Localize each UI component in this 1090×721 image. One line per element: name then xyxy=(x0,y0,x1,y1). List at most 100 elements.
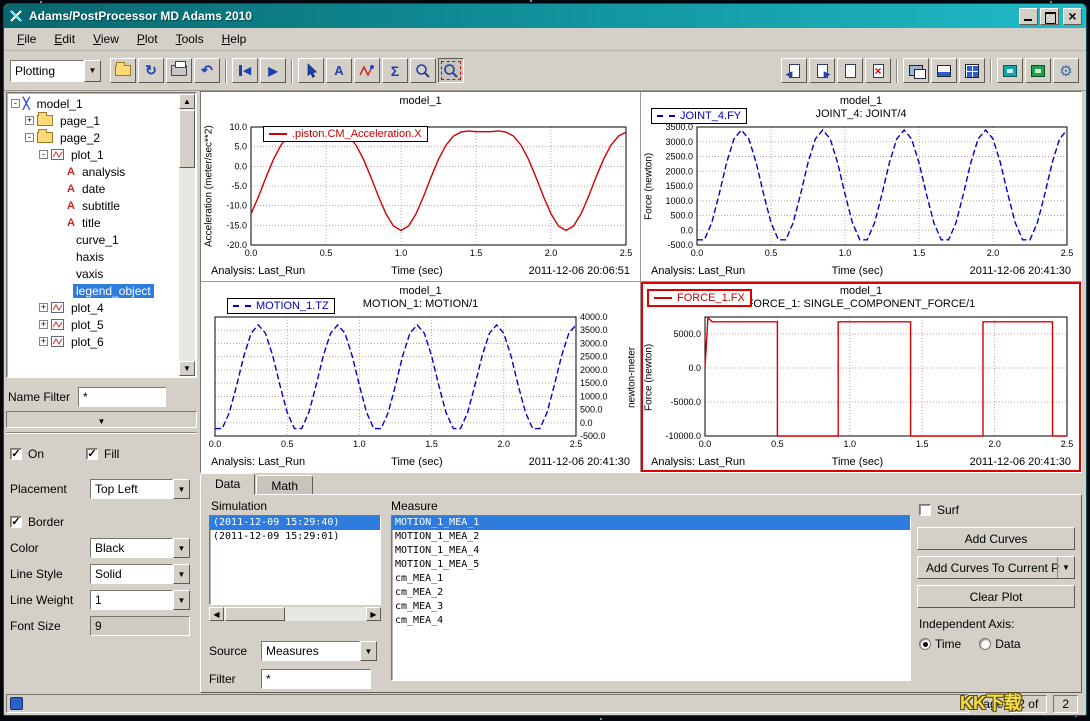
view-cascade-button[interactable] xyxy=(903,58,929,83)
simulation-horizontal-scrollbar[interactable]: ◀ ▶ xyxy=(209,607,381,621)
expand-view-button[interactable] xyxy=(1025,58,1051,83)
chart-canvas[interactable]: 0.00.51.01.52.02.510.05.00.0-5.0-10.0-15… xyxy=(215,122,634,259)
list-item-measure[interactable]: MOTION_1_MEA_4 xyxy=(392,544,910,558)
menu-help[interactable]: Help xyxy=(213,29,256,49)
list-item-measure[interactable]: cm_MEA_4 xyxy=(392,614,910,628)
tree-item-haxis[interactable]: haxis xyxy=(9,248,178,265)
chevron-down-icon[interactable] xyxy=(173,564,190,584)
zoom-button[interactable] xyxy=(410,58,436,83)
measure-filter-input[interactable] xyxy=(261,669,371,689)
plot-legend[interactable]: .piston.CM_Acceleration.X xyxy=(263,126,428,142)
placement-dropdown[interactable]: Top Left xyxy=(90,479,190,499)
menu-view[interactable]: View xyxy=(84,29,128,49)
fill-checkbox[interactable] xyxy=(86,448,98,460)
tree-item-vaxis[interactable]: vaxis xyxy=(9,265,178,282)
tree-filter-dropdown[interactable] xyxy=(6,411,197,428)
list-item-measure[interactable]: MOTION_1_MEA_1 xyxy=(392,516,910,530)
tree-item-page_2[interactable]: page_2 xyxy=(9,129,178,146)
tree-item-plot_6[interactable]: plot_6 xyxy=(9,333,178,350)
expand-icon[interactable] xyxy=(39,320,48,329)
tree-item-plot_5[interactable]: plot_5 xyxy=(9,316,178,333)
chevron-down-icon[interactable] xyxy=(173,590,190,610)
plot-legend-selected[interactable]: FORCE_1.FX xyxy=(647,289,752,307)
simulation-list[interactable]: (2011-12-09 15:29:40) (2011-12-09 15:29:… xyxy=(209,515,381,605)
scroll-right-button[interactable]: ▶ xyxy=(366,607,381,621)
scrollbar-thumb[interactable] xyxy=(179,110,195,168)
view-split-button[interactable] xyxy=(931,58,957,83)
list-item-measure[interactable]: MOTION_1_MEA_2 xyxy=(392,530,910,544)
menu-plot[interactable]: Plot xyxy=(128,29,167,49)
new-page-button[interactable] xyxy=(837,58,863,83)
chevron-down-icon[interactable] xyxy=(1057,557,1074,578)
chevron-down-icon[interactable] xyxy=(173,479,190,499)
reload-button[interactable] xyxy=(138,58,164,83)
chevron-down-icon[interactable] xyxy=(360,641,377,661)
select-arrow-button[interactable] xyxy=(298,58,324,83)
curve-edit-button[interactable] xyxy=(354,58,380,83)
menu-tools[interactable]: Tools xyxy=(167,29,213,49)
list-item-measure[interactable]: cm_MEA_3 xyxy=(392,600,910,614)
surf-checkbox[interactable] xyxy=(919,504,931,516)
list-item-measure[interactable]: cm_MEA_1 xyxy=(392,572,910,586)
tree-item-plot_4[interactable]: plot_4 xyxy=(9,299,178,316)
tab-data[interactable]: Data xyxy=(200,473,255,495)
tree-item-title[interactable]: title xyxy=(9,214,178,231)
menu-edit[interactable]: Edit xyxy=(45,29,84,49)
tree-item-subtitle[interactable]: subtitle xyxy=(9,197,178,214)
expand-icon[interactable] xyxy=(39,337,48,346)
scroll-left-button[interactable]: ◀ xyxy=(209,607,224,621)
name-filter-input[interactable] xyxy=(78,387,166,407)
line-style-dropdown[interactable]: Solid xyxy=(90,564,190,584)
plot-legend[interactable]: JOINT_4.FY xyxy=(651,108,747,124)
border-checkbox[interactable] xyxy=(10,516,22,528)
time-radio[interactable] xyxy=(919,638,931,650)
add-curves-to-current-button[interactable]: Add Curves To Current P xyxy=(917,556,1075,579)
maximize-button[interactable] xyxy=(1040,8,1059,25)
chevron-down-icon[interactable] xyxy=(173,538,190,558)
zoom-area-button[interactable] xyxy=(438,58,464,83)
open-file-button[interactable] xyxy=(110,58,136,83)
page-prev-button[interactable] xyxy=(781,58,807,83)
tab-math[interactable]: Math xyxy=(256,475,313,495)
tree-item-page_1[interactable]: page_1 xyxy=(9,112,178,129)
undo-button[interactable] xyxy=(194,58,220,83)
expand-icon[interactable] xyxy=(39,303,48,312)
tree-item-curve_1[interactable]: curve_1 xyxy=(9,231,178,248)
mode-combobox[interactable]: Plotting xyxy=(10,60,101,82)
on-checkbox[interactable] xyxy=(10,448,22,460)
plot-cell-motion1-tz[interactable]: model_1 MOTION_1: MOTION/1 newton-meter … xyxy=(201,282,641,472)
tree-item-date[interactable]: date xyxy=(9,180,178,197)
collapse-icon[interactable] xyxy=(25,133,34,142)
line-weight-dropdown[interactable]: 1 xyxy=(90,590,190,610)
color-dropdown[interactable]: Black xyxy=(90,538,190,558)
play-button[interactable] xyxy=(260,58,286,83)
close-button[interactable] xyxy=(1063,8,1082,25)
font-size-input[interactable] xyxy=(90,616,190,636)
plot-cell-force1-fx-selected[interactable]: model_1 FORCE_1: SINGLE_COMPONENT_FORCE/… xyxy=(641,282,1081,472)
list-item-measure[interactable]: MOTION_1_MEA_5 xyxy=(392,558,910,572)
plot-legend[interactable]: MOTION_1.TZ xyxy=(227,298,335,314)
chart-canvas[interactable]: 0.00.51.01.52.02.53500.03000.02500.02000… xyxy=(655,122,1075,259)
tree-item-model_1[interactable]: model_1 xyxy=(9,95,178,112)
data-radio[interactable] xyxy=(979,638,991,650)
scroll-down-button[interactable]: ▼ xyxy=(179,361,195,376)
print-button[interactable] xyxy=(166,58,192,83)
swap-view-button[interactable] xyxy=(997,58,1023,83)
plot-cell-piston-acceleration[interactable]: model_1 Acceleration (meter/sec**2) .pis… xyxy=(201,92,641,282)
view-grid-button[interactable] xyxy=(959,58,985,83)
clear-plot-button[interactable]: Clear Plot xyxy=(917,585,1075,608)
tree-vertical-scrollbar[interactable]: ▲ ▼ xyxy=(179,94,195,376)
tree-item-legend_object[interactable]: legend_object xyxy=(9,282,178,299)
statistics-button[interactable] xyxy=(382,58,408,83)
chart-canvas[interactable]: 0.00.51.01.52.02.55000.00.0-5000.0-10000… xyxy=(655,312,1075,450)
skip-to-begin-button[interactable] xyxy=(232,58,258,83)
tree-item-analysis[interactable]: analysis xyxy=(9,163,178,180)
tree-item-plot_1[interactable]: plot_1 xyxy=(9,146,178,163)
expand-icon[interactable] xyxy=(25,116,34,125)
list-item-simulation[interactable]: (2011-12-09 15:29:01) xyxy=(210,530,380,544)
mode-dropdown-button[interactable] xyxy=(84,60,101,82)
page-next-button[interactable] xyxy=(809,58,835,83)
settings-button[interactable] xyxy=(1053,58,1079,83)
page-total-field[interactable]: 2 xyxy=(1053,695,1078,713)
scroll-up-button[interactable]: ▲ xyxy=(179,94,195,109)
